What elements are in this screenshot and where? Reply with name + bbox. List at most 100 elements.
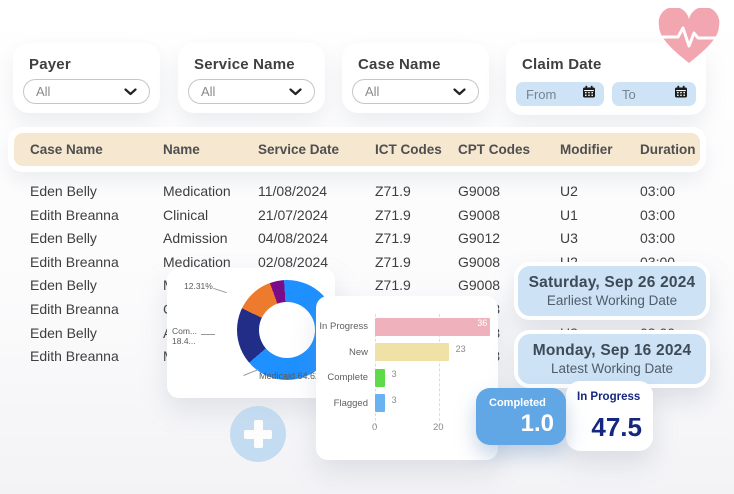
filter-service-name: Service Name All xyxy=(178,43,325,113)
earliest-working-date-card: Saturday, Sep 26 2024 Earliest Working D… xyxy=(514,262,710,320)
column-header: ICT Codes xyxy=(375,133,442,166)
filter-label: Service Name xyxy=(194,56,295,73)
bar-value: 3 xyxy=(392,365,397,383)
bar-value: 3 xyxy=(392,391,397,409)
table-cell: Eden Belly xyxy=(30,227,97,251)
table-cell: Eden Belly xyxy=(30,180,97,204)
latest-date: Monday, Sep 16 2024 xyxy=(533,342,692,360)
bar-label: Flagged xyxy=(298,398,368,409)
calendar-icon xyxy=(582,85,596,103)
filter-label: Claim Date xyxy=(522,56,602,73)
filter-label: Case Name xyxy=(358,56,441,73)
x-axis-tick: 20 xyxy=(433,422,444,433)
table-cell: Edith Breanna xyxy=(30,251,119,275)
to-label: To xyxy=(622,87,636,102)
table-cell: 03:00 xyxy=(640,180,675,204)
filter-payer: Payer All xyxy=(13,43,160,113)
case-name-select[interactable]: All xyxy=(352,79,479,104)
filter-case-name: Case Name All xyxy=(342,43,489,113)
in-progress-value: 47.5 xyxy=(591,412,642,443)
column-header: CPT Codes xyxy=(458,133,530,166)
table-cell: 04/08/2024 xyxy=(258,227,328,251)
status-bar-chart-card: In Progress36New23Complete3Flagged3 0 20 xyxy=(316,296,498,460)
bar[interactable] xyxy=(375,394,385,412)
table-header-card: Case NameNameService DateICT CodesCPT Co… xyxy=(8,127,706,172)
case-name-select-value: All xyxy=(365,84,379,99)
table-cell: U3 xyxy=(560,227,578,251)
table-cell: U1 xyxy=(560,204,578,228)
completed-value: 1.0 xyxy=(521,410,554,438)
table-cell: G9008 xyxy=(458,251,500,275)
table-cell: 03:00 xyxy=(640,204,675,228)
table-cell: Z71.9 xyxy=(375,274,411,298)
donut-label-commercial: Com... 18.4... xyxy=(172,326,197,346)
table-row[interactable]: Eden BellyMedication11/08/2024Z71.9G9008… xyxy=(14,180,714,204)
service-name-select-value: All xyxy=(201,84,215,99)
donut-callout-line xyxy=(201,334,215,335)
table-cell: Edith Breanna xyxy=(30,298,119,322)
table-row[interactable]: Edith Breanna Clinical 21/07/2024 Z71.9 G900… xyxy=(14,204,714,228)
bar-row: New23 xyxy=(316,340,498,366)
bar[interactable] xyxy=(375,343,449,361)
in-progress-stat-card: In Progress 47.5 xyxy=(566,381,653,451)
column-header: Duration xyxy=(640,133,696,166)
dashboard: Payer All Service Name All Case Name All… xyxy=(0,0,734,494)
table-cell: Edith Breanna xyxy=(30,204,119,228)
earliest-date: Saturday, Sep 26 2024 xyxy=(529,274,696,292)
table-cell: Z71.9 xyxy=(375,251,411,275)
table-cell: 03:00 xyxy=(640,227,675,251)
table-cell: 11/08/2024 xyxy=(258,180,327,204)
bar-value: 36 xyxy=(477,314,487,332)
payer-select[interactable]: All xyxy=(23,79,150,104)
heart-pulse-icon xyxy=(656,8,722,71)
chevron-down-icon xyxy=(453,88,466,96)
bar-value: 23 xyxy=(456,340,466,358)
claim-date-from-button[interactable]: From xyxy=(516,82,604,106)
bar-label: In Progress xyxy=(298,321,368,332)
table-cell: Medication xyxy=(163,180,231,204)
bar-row: In Progress36 xyxy=(316,314,498,340)
payer-select-value: All xyxy=(36,84,50,99)
calendar-icon xyxy=(674,85,688,103)
service-name-select[interactable]: All xyxy=(188,79,315,104)
chevron-down-icon xyxy=(289,88,302,96)
latest-date-caption: Latest Working Date xyxy=(551,361,673,376)
completed-stat-card: Completed 1.0 xyxy=(476,388,566,445)
donut-label-orange: 12.31% xyxy=(184,281,213,291)
table-cell: Eden Belly xyxy=(30,274,97,298)
column-header: Modifier xyxy=(560,133,613,166)
donut-callout-line xyxy=(243,369,258,376)
bar[interactable] xyxy=(375,369,385,387)
table-cell: Admission xyxy=(163,227,228,251)
latest-working-date-card: Monday, Sep 16 2024 Latest Working Date xyxy=(514,330,710,388)
x-axis-tick: 0 xyxy=(372,422,377,433)
table-cell: Z71.9 xyxy=(375,227,411,251)
bar-row: Flagged3 xyxy=(316,391,498,417)
table-cell: Eden Belly xyxy=(30,322,97,346)
table-cell: Edith Breanna xyxy=(30,345,119,369)
table-cell: Z71.9 xyxy=(375,204,411,228)
claim-date-to-button[interactable]: To xyxy=(612,82,696,106)
bar-label: New xyxy=(298,347,368,358)
table-row[interactable]: Eden Belly Admission 04/08/2024 Z71.9 G9012 U… xyxy=(14,227,714,251)
bar[interactable] xyxy=(375,318,490,336)
bar-chart[interactable]: In Progress36New23Complete3Flagged3 xyxy=(316,314,498,416)
chevron-down-icon xyxy=(124,88,137,96)
table-cell: U2 xyxy=(560,180,578,204)
table-header-row: Case NameNameService DateICT CodesCPT Co… xyxy=(14,133,700,166)
column-header: Service Date xyxy=(258,133,339,166)
table-cell: G9008 xyxy=(458,274,500,298)
plus-button[interactable] xyxy=(230,406,286,462)
donut-callout-line xyxy=(213,288,227,293)
table-cell: G9012 xyxy=(458,227,500,251)
bar-row: Complete3 xyxy=(316,365,498,391)
table-cell: 21/07/2024 xyxy=(258,204,328,228)
from-label: From xyxy=(526,87,556,102)
in-progress-label: In Progress xyxy=(577,391,640,403)
table-cell: Clinical xyxy=(163,204,208,228)
table-cell: G9008 xyxy=(458,204,500,228)
bar-label: Complete xyxy=(298,372,368,383)
earliest-date-caption: Earliest Working Date xyxy=(547,293,677,308)
table-cell: Z71.9 xyxy=(375,180,411,204)
filter-label: Payer xyxy=(29,56,71,73)
